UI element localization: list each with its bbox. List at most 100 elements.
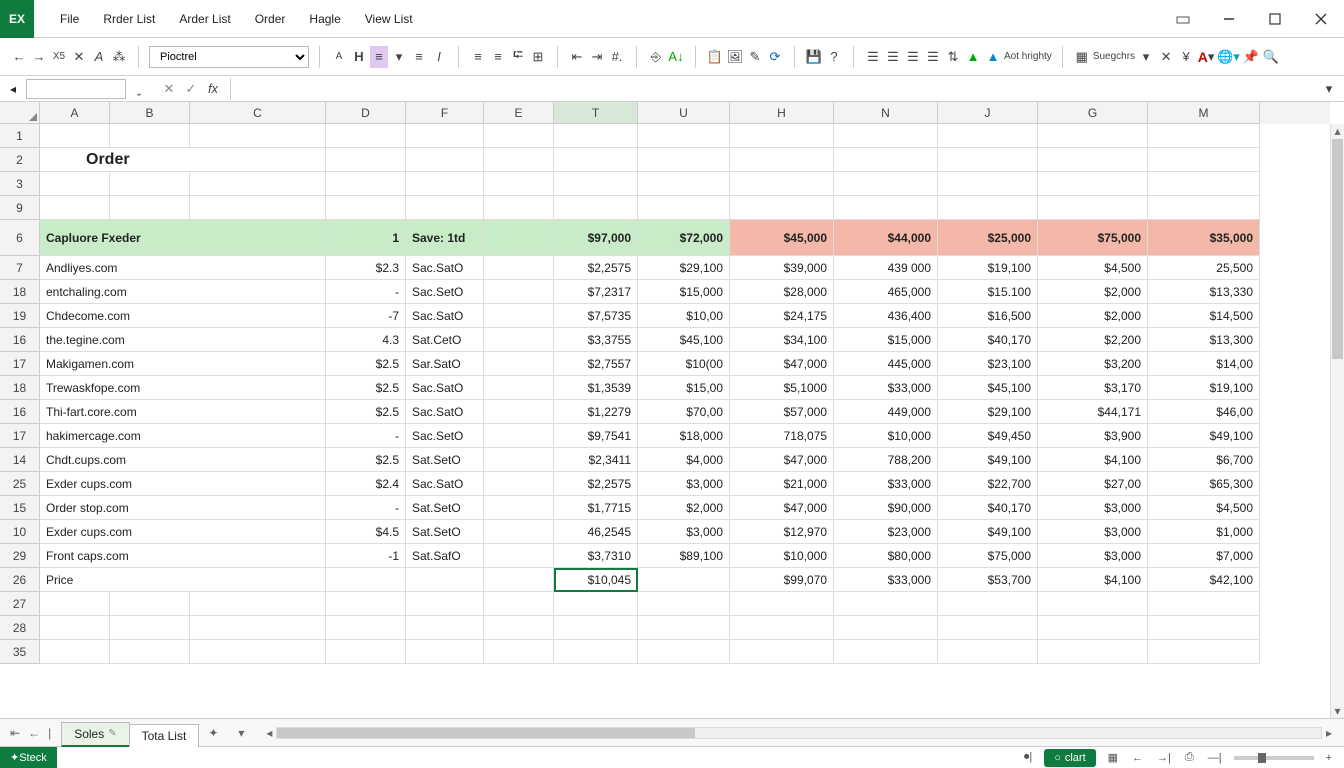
col-header-A[interactable]: A: [40, 102, 110, 124]
row-header-18[interactable]: 18: [0, 280, 40, 304]
cell[interactable]: $14,00: [1148, 352, 1260, 376]
cell[interactable]: [484, 196, 554, 220]
data-name-cell[interactable]: Exder cups.com: [40, 472, 326, 496]
cell[interactable]: $2.5: [326, 400, 406, 424]
data-name-cell[interactable]: Thi-fart.core.com: [40, 400, 326, 424]
cell[interactable]: $53,700: [938, 568, 1038, 592]
cell[interactable]: $18,000: [638, 424, 730, 448]
cell[interactable]: [484, 424, 554, 448]
hscroll-thumb[interactable]: [277, 728, 694, 738]
col-header-G[interactable]: G: [1038, 102, 1148, 124]
cell[interactable]: [484, 400, 554, 424]
cell[interactable]: [1148, 640, 1260, 664]
horizontal-scrollbar[interactable]: ◂ ▸: [262, 726, 1336, 740]
cell[interactable]: [638, 592, 730, 616]
cell[interactable]: $2.5: [326, 376, 406, 400]
cell[interactable]: $1,3539: [554, 376, 638, 400]
cell[interactable]: [638, 616, 730, 640]
cell[interactable]: [484, 448, 554, 472]
menu-hagle[interactable]: Hagle: [297, 2, 352, 36]
cell[interactable]: [110, 196, 190, 220]
cell[interactable]: -7: [326, 304, 406, 328]
bold-icon[interactable]: H: [350, 46, 368, 68]
back-icon[interactable]: ←: [10, 46, 28, 68]
cell[interactable]: $15.100: [938, 280, 1038, 304]
cell[interactable]: $12,970: [730, 520, 834, 544]
close-button[interactable]: [1298, 0, 1344, 38]
cell[interactable]: Sac.SatO: [406, 400, 484, 424]
cell[interactable]: [484, 328, 554, 352]
minimize-button[interactable]: [1206, 0, 1252, 38]
symbol-icon[interactable]: ¥: [1177, 46, 1195, 68]
cell[interactable]: [406, 640, 484, 664]
cell[interactable]: Sat.CetO: [406, 328, 484, 352]
row-header-10[interactable]: 10: [0, 520, 40, 544]
accept-formula-icon[interactable]: ✓: [182, 78, 200, 100]
halign-center-icon[interactable]: ≡: [489, 46, 507, 68]
menu-arder-list[interactable]: Arder List: [167, 2, 242, 36]
col-header-H[interactable]: H: [730, 102, 834, 124]
cell[interactable]: [730, 172, 834, 196]
cell[interactable]: $7,2317: [554, 280, 638, 304]
row-header-17[interactable]: 17: [0, 424, 40, 448]
cell[interactable]: 4.3: [326, 328, 406, 352]
cell[interactable]: [938, 172, 1038, 196]
cell[interactable]: $44,171: [1038, 400, 1148, 424]
cell[interactable]: [938, 148, 1038, 172]
cell[interactable]: Save: 1td: [406, 220, 484, 256]
cell[interactable]: $42,100: [1148, 568, 1260, 592]
format-painter-icon[interactable]: A: [90, 46, 108, 68]
cell[interactable]: $24,175: [730, 304, 834, 328]
cell[interactable]: [190, 124, 326, 148]
cell[interactable]: [730, 616, 834, 640]
cell[interactable]: [484, 148, 554, 172]
ribbon-collapse-icon[interactable]: [1160, 0, 1206, 38]
view-next-icon[interactable]: →|: [1155, 750, 1173, 766]
fx-icon[interactable]: fx: [204, 78, 222, 100]
cell[interactable]: $2,3411: [554, 448, 638, 472]
cell[interactable]: [406, 616, 484, 640]
cell[interactable]: $80,000: [834, 544, 938, 568]
data-name-cell[interactable]: Price: [40, 568, 326, 592]
row-header-17[interactable]: 17: [0, 352, 40, 376]
cell[interactable]: [1038, 592, 1148, 616]
cut-icon[interactable]: ✕: [1157, 46, 1175, 68]
align-left-icon[interactable]: ≡: [370, 46, 388, 68]
scroll-up-icon[interactable]: ▴: [1331, 124, 1344, 138]
cell[interactable]: [554, 196, 638, 220]
cell[interactable]: [190, 616, 326, 640]
cell[interactable]: 1: [326, 220, 406, 256]
valign-icon[interactable]: ⎆: [647, 46, 665, 68]
cell[interactable]: $1,2279: [554, 400, 638, 424]
help-icon[interactable]: ?: [825, 46, 843, 68]
cell[interactable]: [638, 568, 730, 592]
cell[interactable]: [638, 148, 730, 172]
cell[interactable]: $7,000: [1148, 544, 1260, 568]
cell[interactable]: Sac.SatO: [406, 304, 484, 328]
cell[interactable]: $25,000: [938, 220, 1038, 256]
align-dropdown-icon[interactable]: ▾: [390, 46, 408, 68]
cell[interactable]: [938, 616, 1038, 640]
cell[interactable]: [40, 640, 110, 664]
indent-icon[interactable]: ☰: [924, 46, 942, 68]
search-icon[interactable]: 🔍: [1262, 46, 1280, 68]
cell[interactable]: $10(00: [638, 352, 730, 376]
cell[interactable]: [484, 256, 554, 280]
expand-formula-icon[interactable]: ▾: [1320, 78, 1338, 100]
cell[interactable]: $6,700: [1148, 448, 1260, 472]
cell[interactable]: $16,500: [938, 304, 1038, 328]
row-header-27[interactable]: 27: [0, 592, 40, 616]
tool-x5-icon[interactable]: X5: [50, 46, 68, 68]
cell[interactable]: [1038, 196, 1148, 220]
cell[interactable]: $2.5: [326, 448, 406, 472]
cell[interactable]: $23,100: [938, 352, 1038, 376]
cell[interactable]: [1038, 124, 1148, 148]
tab-prev-icon[interactable]: ←: [26, 724, 42, 742]
cell[interactable]: [638, 196, 730, 220]
cell[interactable]: [326, 172, 406, 196]
cell[interactable]: $3,000: [638, 472, 730, 496]
cell[interactable]: $40,170: [938, 496, 1038, 520]
zoom-out-icon[interactable]: —|: [1206, 750, 1224, 766]
cell[interactable]: $2.5: [326, 352, 406, 376]
pencil-icon[interactable]: ✎: [746, 46, 764, 68]
